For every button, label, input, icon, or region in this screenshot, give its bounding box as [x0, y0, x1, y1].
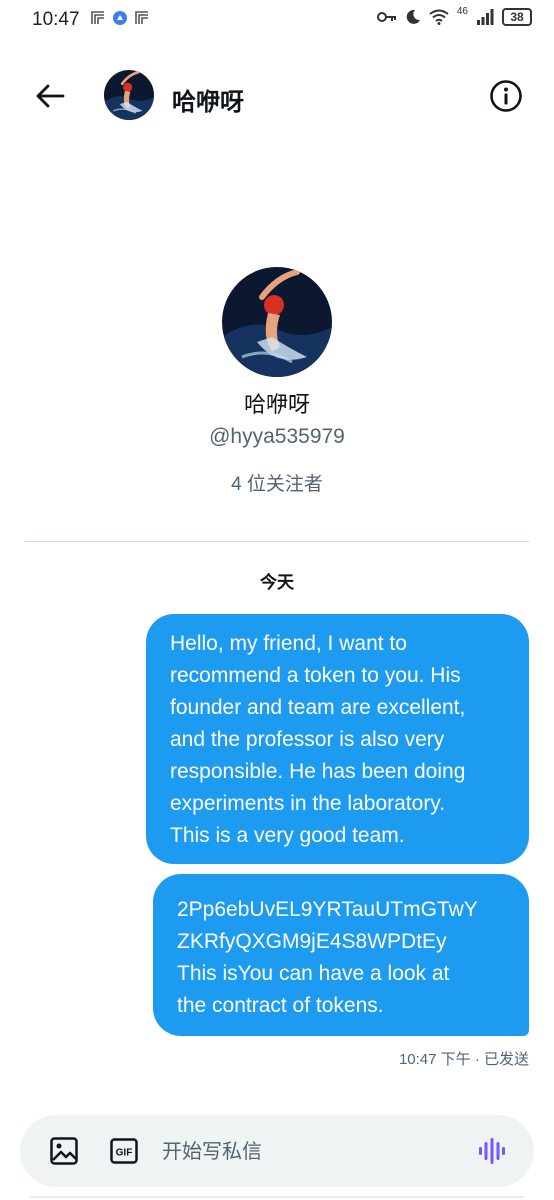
back-arrow-icon — [36, 84, 65, 108]
message-line: Hello, my friend, I want to — [170, 632, 407, 655]
avatar-image — [104, 70, 154, 120]
message-line: responsible. He has been doing — [170, 760, 466, 783]
key-icon — [376, 12, 396, 22]
message-line: 2Pp6ebUvEL9YRTauUTmGTwY — [177, 898, 478, 921]
status-notification-icons — [90, 10, 150, 26]
header-username[interactable]: 哈咿呀 — [172, 82, 244, 117]
message-timestamp-status: 10:47 下午 · 已发送 — [398, 1051, 529, 1068]
profile-followers[interactable]: 4 位关注者 — [0, 469, 554, 496]
gif-icon-label: GIF — [116, 1148, 133, 1159]
message-line: recommend a token to you. His — [170, 664, 461, 687]
message-bubble[interactable]: 2Pp6ebUvEL9YRTauUTmGTwY ZKRfyQXGM9jE4S8W… — [153, 874, 529, 1036]
bottom-divider — [30, 1196, 524, 1198]
add-image-button[interactable] — [48, 1135, 80, 1167]
message-line: This is a very good team. — [170, 824, 405, 847]
status-system-icons: 46 38 — [376, 5, 532, 26]
back-button[interactable] — [30, 78, 70, 114]
status-time: 10:47 — [32, 9, 80, 30]
battery-icon: 38 — [502, 8, 532, 26]
profile-name: 哈咿呀 — [243, 392, 310, 417]
notification-app-icon-2 — [135, 11, 148, 24]
message-line: ZKRfyQXGM9jE4S8WPDtEy — [177, 930, 447, 953]
moon-icon — [406, 9, 420, 24]
message-line: and the professor is also very — [170, 728, 445, 751]
notification-circle-icon — [113, 11, 127, 25]
info-icon — [490, 80, 522, 112]
conversation-header: 哈咿呀 — [0, 60, 554, 130]
header-avatar[interactable] — [104, 70, 154, 120]
message-line: founder and team are excellent, — [170, 696, 466, 719]
date-separator: 今天 — [260, 573, 294, 592]
image-icon — [50, 1137, 78, 1165]
profile-handle: @hyya535979 — [209, 425, 345, 448]
message-line: the contract of tokens. — [177, 994, 384, 1017]
voice-message-button[interactable] — [474, 1133, 510, 1169]
message-line: experiments in the laboratory. — [170, 792, 446, 815]
status-bar: 10:47 46 38 — [0, 0, 554, 40]
info-button[interactable] — [486, 76, 526, 116]
message-input[interactable] — [162, 1137, 462, 1165]
message-composer: GIF — [20, 1115, 534, 1187]
notification-app-icon — [91, 11, 104, 24]
network-type-label: 46 — [456, 5, 468, 17]
signal-icon — [477, 9, 494, 25]
divider — [25, 541, 529, 542]
message-bubble[interactable]: Hello, my friend, I want to recommend a … — [146, 614, 529, 864]
profile-avatar[interactable] — [222, 267, 332, 377]
avatar-image — [222, 267, 332, 377]
voice-wave-icon — [479, 1138, 505, 1164]
gif-icon: GIF — [110, 1138, 138, 1164]
profile-summary: 哈咿呀 @hyya535979 4 位关注者 — [0, 267, 554, 496]
wifi-icon — [429, 9, 449, 25]
message-line: This isYou can have a look at — [177, 962, 450, 985]
add-gif-button[interactable]: GIF — [108, 1135, 140, 1167]
